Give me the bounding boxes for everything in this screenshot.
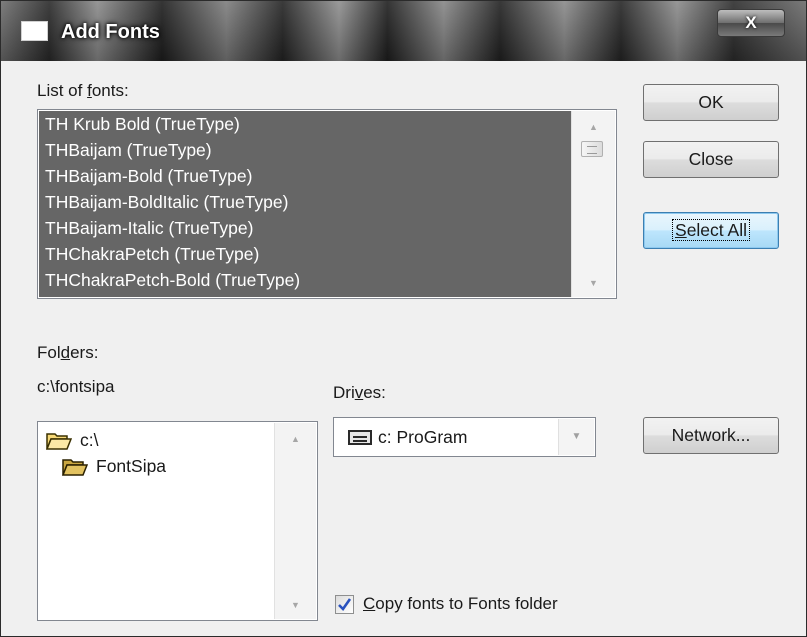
window-icon [21, 21, 48, 41]
fonts-list-label: List of fonts: [37, 81, 129, 100]
folder-item-root[interactable]: c:\ [46, 430, 98, 451]
font-list-item[interactable]: THBaijam-Italic (TrueType) [39, 215, 571, 241]
copy-fonts-label[interactable]: Copy fonts to Fonts folder [363, 594, 558, 614]
font-list-item[interactable]: TH Krub Bold (TrueType) [39, 111, 571, 137]
scroll-thumb[interactable] [581, 141, 603, 157]
checkmark-icon [338, 598, 352, 612]
window-title: Add Fonts [61, 21, 160, 43]
close-button[interactable]: Close [643, 141, 779, 178]
fonts-listbox[interactable]: TH Krub Bold (TrueType) THBaijam (TrueTy… [37, 109, 617, 299]
drives-dropdown[interactable]: c: ProGram ▼ [333, 417, 596, 457]
scroll-down-icon[interactable]: ▼ [275, 593, 316, 617]
font-list-item[interactable]: THBaijam (TrueType) [39, 137, 571, 163]
drives-label: Drives: [333, 383, 386, 402]
font-list-item[interactable]: THBaijam-Bold (TrueType) [39, 163, 571, 189]
window-close-button[interactable]: X [717, 9, 785, 37]
copy-fonts-checkbox[interactable] [335, 595, 354, 614]
hard-drive-icon [348, 430, 372, 445]
font-list-item[interactable]: THChakraPetch (TrueType) [39, 241, 571, 267]
close-icon: X [745, 13, 757, 32]
add-fonts-dialog: Add Fonts X List of fonts: TH Krub Bold … [0, 0, 807, 637]
scroll-up-icon[interactable]: ▲ [275, 427, 316, 451]
folders-label: Folders: [37, 343, 99, 362]
font-list-item[interactable]: THBaijam-BoldItalic (TrueType) [39, 189, 571, 215]
fonts-list-items: TH Krub Bold (TrueType) THBaijam (TrueTy… [39, 111, 571, 297]
title-bar[interactable]: Add Fonts X [1, 1, 806, 61]
scroll-down-icon[interactable]: ▼ [572, 271, 615, 295]
chevron-down-icon[interactable]: ▼ [558, 419, 594, 455]
drives-selected-value: c: ProGram [378, 427, 468, 447]
current-folder-path: c:\fontsipa [37, 377, 115, 396]
network-button[interactable]: Network... [643, 417, 779, 454]
folders-tree[interactable]: c:\ FontSipa ▲ ▼ [37, 421, 318, 621]
scroll-up-icon[interactable]: ▲ [572, 115, 615, 139]
folder-item-fontsipa[interactable]: FontSipa [62, 456, 166, 477]
open-folder-icon [46, 432, 72, 450]
ok-button[interactable]: OK [643, 84, 779, 121]
folder-item-label: FontSipa [96, 456, 167, 476]
fonts-list-scrollbar[interactable]: ▲ ▼ [571, 111, 615, 297]
font-list-item[interactable]: THChakraPetch-Bold (TrueType) [39, 267, 571, 293]
folder-item-label: c:\ [80, 430, 99, 450]
folders-scrollbar[interactable]: ▲ ▼ [274, 423, 316, 619]
dialog-body: List of fonts: TH Krub Bold (TrueType) T… [13, 61, 794, 625]
open-folder-icon [62, 458, 88, 476]
select-all-button[interactable]: Select All [643, 212, 779, 249]
